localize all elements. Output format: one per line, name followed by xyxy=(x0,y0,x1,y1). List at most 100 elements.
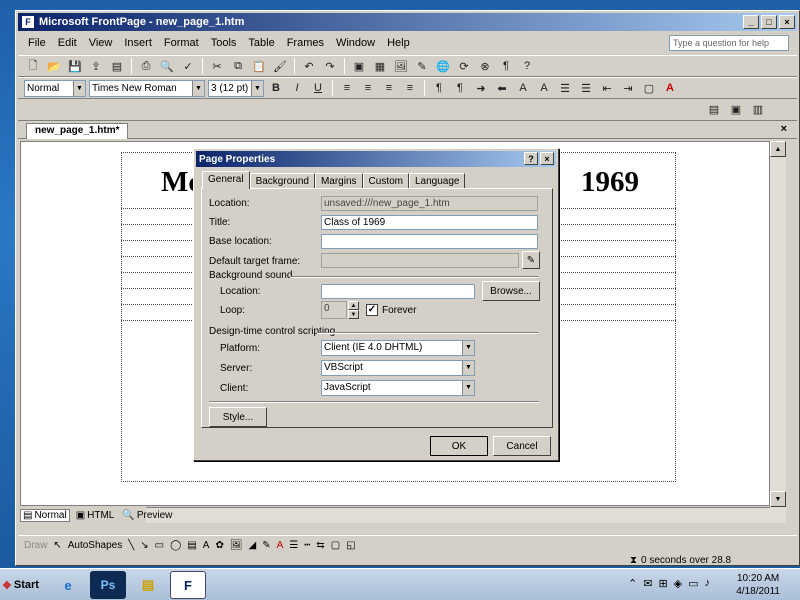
italic-icon[interactable]: I xyxy=(288,79,306,97)
bold-icon[interactable]: B xyxy=(267,79,285,97)
target-frame-button[interactable]: ✎ xyxy=(522,251,540,269)
dialog-help-button[interactable]: ? xyxy=(524,152,538,165)
tab-general[interactable]: General xyxy=(202,171,250,189)
bullets-icon[interactable]: ☰ xyxy=(577,79,595,97)
fill-color-icon[interactable]: ◢ xyxy=(249,540,257,551)
tab-new-page[interactable]: new_page_1.htm* xyxy=(26,123,129,139)
menu-window[interactable]: Window xyxy=(330,35,381,51)
scroll-down-icon[interactable]: ▼ xyxy=(770,491,786,507)
position-icon[interactable]: ▣ xyxy=(727,101,745,119)
menu-format[interactable]: Format xyxy=(158,35,205,51)
style-select[interactable]: Normal ▼ xyxy=(24,79,86,97)
loop-up-icon[interactable]: ▲ xyxy=(348,301,359,310)
menu-file[interactable]: File xyxy=(22,35,52,51)
tab-background[interactable]: Background xyxy=(249,173,315,189)
menu-insert[interactable]: Insert xyxy=(118,35,158,51)
undo-icon[interactable]: ↶ xyxy=(300,57,318,75)
horizontal-scrollbar[interactable] xyxy=(146,507,770,523)
oval-icon[interactable]: ◯ xyxy=(170,540,181,551)
scroll-up-icon[interactable]: ▲ xyxy=(770,141,786,157)
tray-app-icon[interactable]: ◈ xyxy=(674,577,682,590)
server-select[interactable]: VBScript ▼ xyxy=(321,360,475,376)
draw-menu[interactable]: Draw xyxy=(24,540,47,551)
menu-view[interactable]: View xyxy=(83,35,119,51)
client-select[interactable]: JavaScript ▼ xyxy=(321,380,475,396)
window-titlebar[interactable]: F Microsoft FrontPage - new_page_1.htm _… xyxy=(18,13,797,31)
forever-checkbox[interactable]: ✓ xyxy=(366,304,378,316)
font-select[interactable]: Times New Roman ▼ xyxy=(89,79,205,97)
justify-icon[interactable]: ≡ xyxy=(401,79,419,97)
rtl-icon[interactable]: ¶ xyxy=(451,79,469,97)
underline-icon[interactable]: U xyxy=(309,79,327,97)
insert-table-icon[interactable]: ▦ xyxy=(371,57,389,75)
spelling-icon[interactable]: ✓ xyxy=(179,57,197,75)
refresh-icon[interactable]: ⟳ xyxy=(455,57,473,75)
menu-frames[interactable]: Frames xyxy=(281,35,330,51)
mail-icon[interactable]: ✉ xyxy=(643,577,652,590)
help-search-input[interactable]: Type a question for help xyxy=(669,35,789,51)
z-order-icon[interactable]: ▥ xyxy=(749,101,767,119)
frontpage-taskbar-icon[interactable]: F xyxy=(170,571,206,599)
arrow-left-icon[interactable]: ⬅ xyxy=(493,79,511,97)
numbering-icon[interactable]: ☰ xyxy=(556,79,574,97)
volume-icon[interactable]: ♪ xyxy=(705,577,711,590)
dash-style-icon[interactable]: ┅ xyxy=(304,540,310,551)
menu-tools[interactable]: Tools xyxy=(205,35,243,51)
menu-edit[interactable]: Edit xyxy=(52,35,83,51)
start-button[interactable]: ❖ Start xyxy=(2,572,42,598)
paste-icon[interactable]: 📋 xyxy=(250,57,268,75)
line-color-icon[interactable]: ✎ xyxy=(262,540,270,551)
rectangle-icon[interactable]: ▭ xyxy=(155,540,164,551)
align-left-icon[interactable]: ≡ xyxy=(338,79,356,97)
ok-button[interactable]: OK xyxy=(430,436,488,456)
line-icon[interactable]: ╲ xyxy=(128,540,134,551)
decrease-font-icon[interactable]: A xyxy=(535,79,553,97)
vertical-scrollbar[interactable]: ▲ ▼ xyxy=(770,141,786,523)
ie-taskbar-icon[interactable]: e xyxy=(50,571,86,599)
textbox-icon[interactable]: ▤ xyxy=(187,540,196,551)
font-color-icon[interactable]: A xyxy=(661,79,679,97)
help-icon[interactable]: ? xyxy=(518,57,536,75)
align-right-icon[interactable]: ≡ xyxy=(380,79,398,97)
copy-icon[interactable]: ⧉ xyxy=(229,57,247,75)
browse-button[interactable]: Browse... xyxy=(482,281,540,301)
drawing-icon[interactable]: ✎ xyxy=(413,57,431,75)
base-location-input[interactable] xyxy=(321,234,538,249)
font-color-draw-icon[interactable]: A xyxy=(277,540,284,551)
indent-icon[interactable]: ⇥ xyxy=(619,79,637,97)
loop-down-icon[interactable]: ▼ xyxy=(348,310,359,319)
align-center-icon[interactable]: ≡ xyxy=(359,79,377,97)
minimize-button[interactable]: _ xyxy=(743,15,759,29)
network-icon[interactable]: ⊞ xyxy=(658,577,667,590)
ltr-icon[interactable]: ¶ xyxy=(430,79,448,97)
folder-list-icon[interactable]: ▤ xyxy=(108,57,126,75)
cancel-button[interactable]: Cancel xyxy=(493,436,551,456)
display-icon[interactable]: ▭ xyxy=(688,577,698,590)
new-page-icon[interactable]: 🗋 xyxy=(24,57,42,75)
show-hidden-icon[interactable]: ⌃ xyxy=(628,577,637,590)
dialog-titlebar[interactable]: Page Properties ? × xyxy=(196,151,556,167)
layer-icon[interactable]: ▤ xyxy=(705,101,723,119)
tab-language[interactable]: Language xyxy=(408,173,466,189)
preview-icon[interactable]: 🔍 xyxy=(158,57,176,75)
redo-icon[interactable]: ↷ xyxy=(321,57,339,75)
arrow-style-icon[interactable]: ⇆ xyxy=(316,540,324,551)
tab-preview[interactable]: 🔍 Preview xyxy=(120,510,174,521)
arrow-right-icon[interactable]: ➜ xyxy=(472,79,490,97)
maximize-button[interactable]: □ xyxy=(761,15,777,29)
title-input[interactable]: Class of 1969 xyxy=(321,215,538,230)
clock[interactable]: 10:20 AM 4/18/2011 xyxy=(736,572,780,598)
increase-font-icon[interactable]: A xyxy=(514,79,532,97)
tab-custom[interactable]: Custom xyxy=(362,173,409,189)
tab-normal[interactable]: ▤ Normal xyxy=(20,508,70,522)
border-icon[interactable]: ▢ xyxy=(640,79,658,97)
cut-icon[interactable]: ✂ xyxy=(208,57,226,75)
picture-icon[interactable]: 🖼 xyxy=(230,540,243,551)
select-arrow-icon[interactable]: ↖ xyxy=(53,540,61,551)
menu-table[interactable]: Table xyxy=(242,35,280,51)
arrow-icon[interactable]: ↘ xyxy=(140,540,148,551)
show-all-icon[interactable]: ¶ xyxy=(497,57,515,75)
shadow-icon[interactable]: ▢ xyxy=(331,540,340,551)
menu-help[interactable]: Help xyxy=(381,35,416,51)
save-icon[interactable]: 💾 xyxy=(66,57,84,75)
